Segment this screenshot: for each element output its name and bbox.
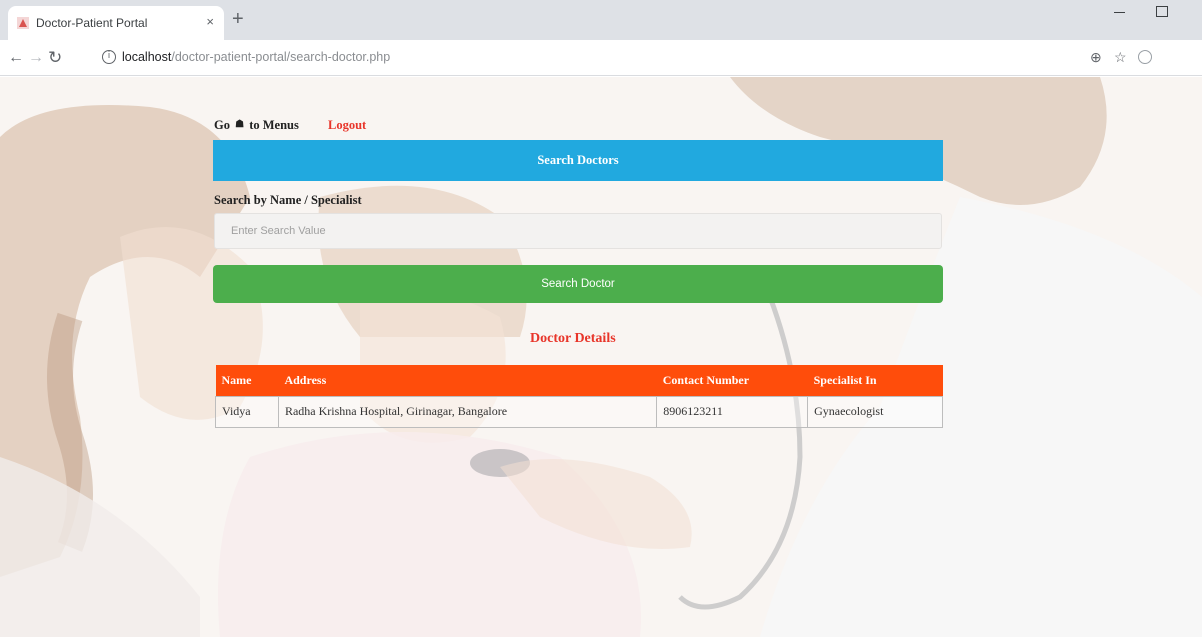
profile-icon[interactable]: [1138, 50, 1152, 64]
doctor-details-table: Name Address Contact Number Specialist I…: [215, 365, 943, 428]
zoom-icon[interactable]: ⊕: [1090, 48, 1102, 66]
cell-address: Radha Krishna Hospital, Girinagar, Banga…: [277, 395, 658, 428]
cell-contact: 8906123211: [656, 395, 809, 428]
table-header-row: Name Address Contact Number Specialist I…: [215, 365, 943, 396]
url-path: /doctor-patient-portal/search-doctor.php: [171, 50, 391, 64]
new-tab-icon[interactable]: +: [232, 9, 244, 29]
browser-tab[interactable]: Doctor-Patient Portal ×: [8, 6, 224, 40]
column-header-specialist: Specialist In: [807, 365, 943, 396]
search-doctor-button[interactable]: Search Doctor: [213, 265, 943, 303]
reload-icon[interactable]: ↻: [48, 48, 62, 68]
table-row: Vidya Radha Krishna Hospital, Girinagar,…: [215, 395, 943, 428]
page-title: Search Doctors: [213, 140, 943, 181]
browser-tabstrip: Doctor-Patient Portal × +: [0, 0, 1202, 40]
cell-specialist: Gynaecologist: [807, 395, 943, 428]
column-header-contact: Contact Number: [656, 365, 808, 396]
search-label: Search by Name / Specialist: [214, 193, 362, 207]
tab-title: Doctor-Patient Portal: [36, 16, 148, 30]
window-maximize-icon[interactable]: [1150, 2, 1184, 22]
doctor-details-title: Doctor Details: [530, 331, 616, 346]
logout-link[interactable]: Logout: [328, 118, 366, 133]
browser-toolbar: ← → ↻ i localhost/doctor-patient-portal/…: [0, 40, 1202, 76]
column-header-address: Address: [278, 365, 657, 396]
column-header-name: Name: [215, 365, 279, 396]
portal-favicon-icon: [17, 17, 29, 29]
menus-text: to Menus: [249, 118, 299, 132]
go-text: Go: [214, 118, 230, 132]
window-minimize-icon[interactable]: [1103, 2, 1137, 22]
site-info-icon[interactable]: i: [102, 50, 116, 64]
search-input[interactable]: [214, 213, 942, 249]
cell-name: Vidya: [215, 395, 279, 428]
url-text[interactable]: localhost/doctor-patient-portal/search-d…: [122, 50, 390, 64]
go-to-menus-link[interactable]: Go ☗ to Menus: [214, 118, 299, 133]
tab-close-icon[interactable]: ×: [206, 14, 214, 29]
home-icon: ☗: [235, 119, 245, 130]
bookmark-star-icon[interactable]: ☆: [1114, 48, 1127, 66]
page-viewport: Go ☗ to Menus Logout Search Doctors Sear…: [0, 77, 1202, 637]
forward-arrow-icon[interactable]: →: [28, 48, 44, 68]
url-host: localhost: [122, 50, 172, 64]
back-arrow-icon[interactable]: ←: [8, 48, 24, 68]
address-bar[interactable]: i localhost/doctor-patient-portal/search…: [100, 46, 1080, 70]
